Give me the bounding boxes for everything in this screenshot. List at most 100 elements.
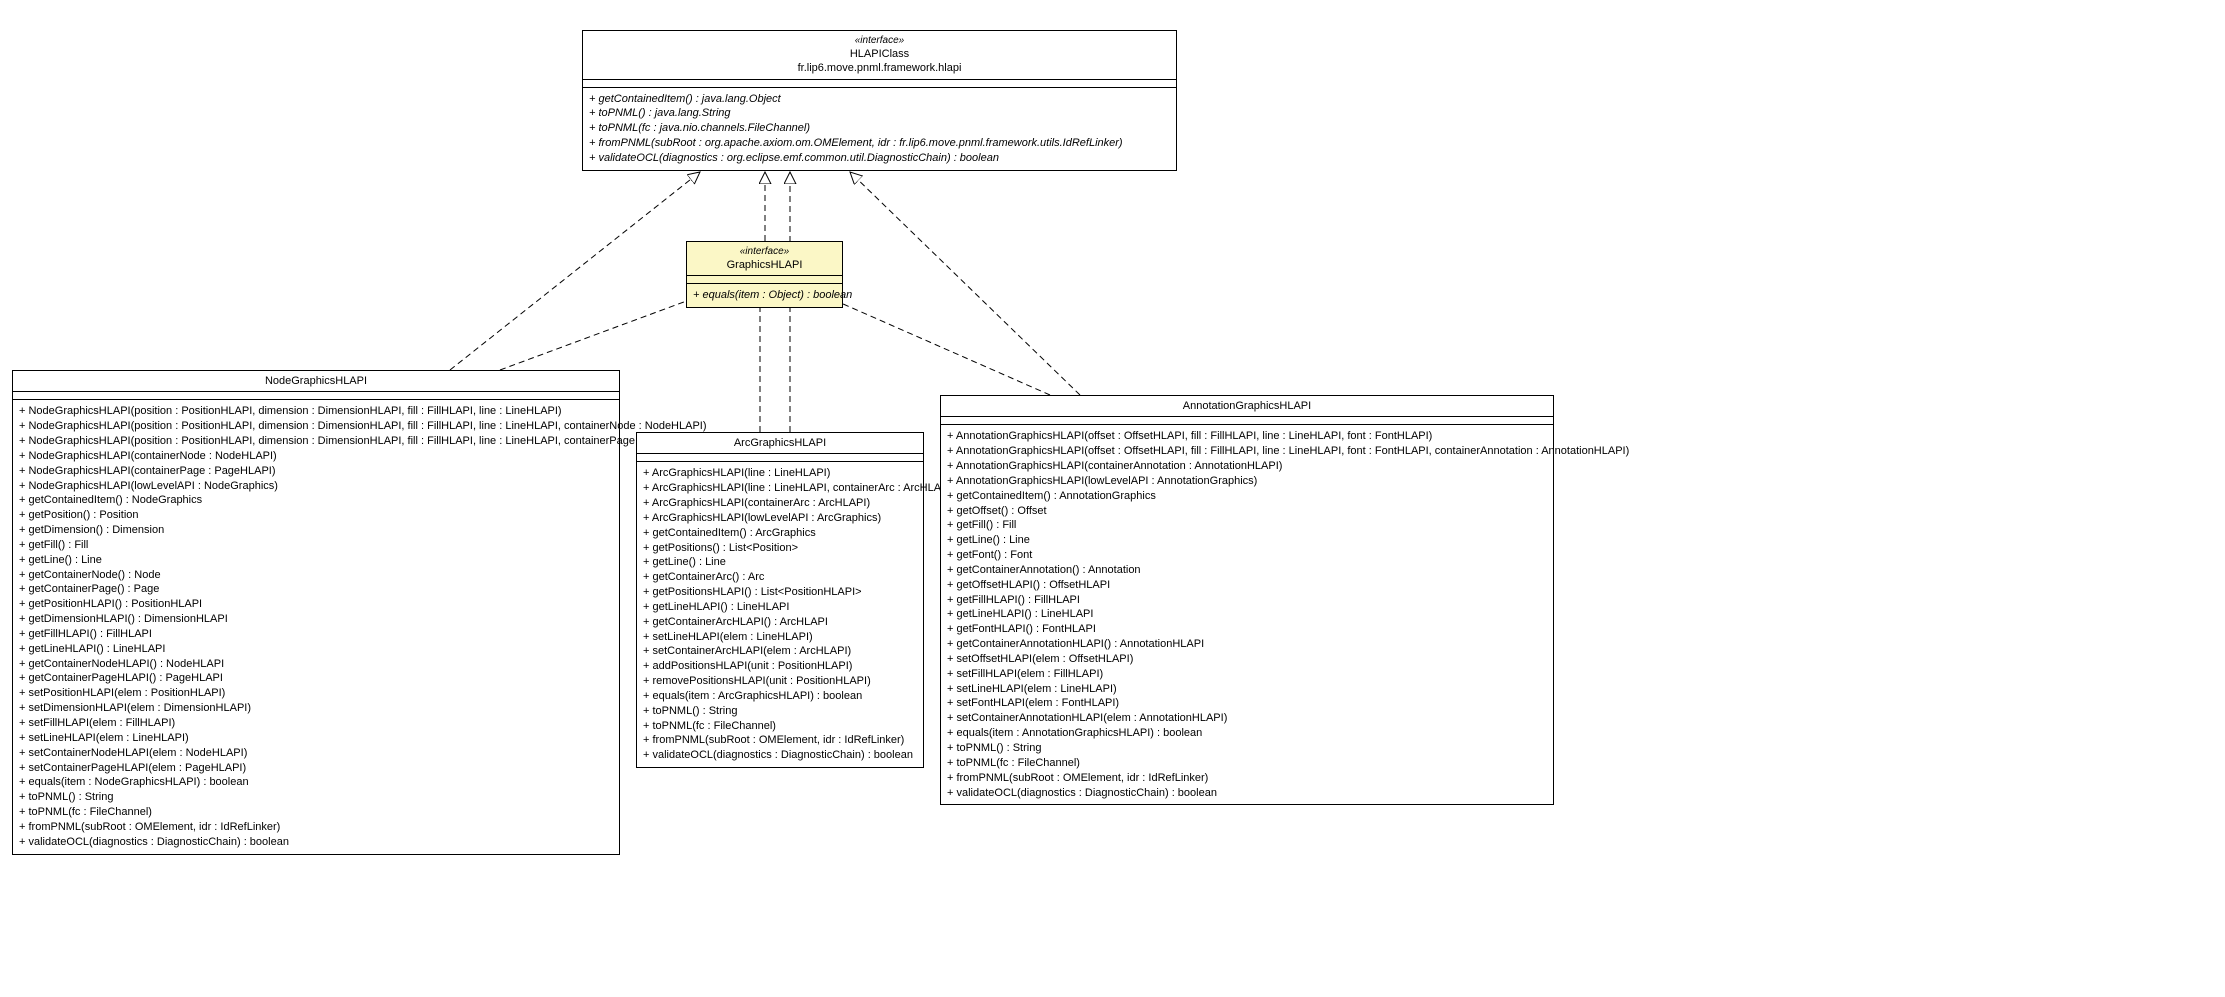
graphics-header: «interface» GraphicsHLAPI: [687, 242, 842, 276]
method-row: + getContainerNodeHLAPI() : NodeHLAPI: [19, 657, 613, 672]
annotation-methods: + AnnotationGraphicsHLAPI(offset : Offse…: [941, 425, 1553, 804]
method-row: + fromPNML(subRoot : OMElement, idr : Id…: [947, 771, 1547, 786]
method-row: + AnnotationGraphicsHLAPI(offset : Offse…: [947, 429, 1547, 444]
method-row: + NodeGraphicsHLAPI(position : PositionH…: [19, 404, 613, 419]
method-row: + toPNML(fc : FileChannel): [947, 756, 1547, 771]
method-row: + toPNML() : String: [947, 741, 1547, 756]
class-arcgraphicshlapi: ArcGraphicsHLAPI + ArcGraphicsHLAPI(line…: [636, 432, 924, 768]
annotation-name: AnnotationGraphicsHLAPI: [947, 399, 1547, 413]
edge-node-to-graphics: [500, 296, 700, 370]
method-row: + AnnotationGraphicsHLAPI(containerAnnot…: [947, 459, 1547, 474]
method-row: + getContainerArc() : Arc: [643, 570, 917, 585]
method-row: + setLineHLAPI(elem : LineHLAPI): [643, 630, 917, 645]
method-row: + setContainerArcHLAPI(elem : ArcHLAPI): [643, 644, 917, 659]
method-row: + NodeGraphicsHLAPI(position : PositionH…: [19, 434, 613, 449]
hlapi-attrs: [583, 80, 1176, 88]
annotation-attrs: [941, 417, 1553, 425]
method-row: + setLineHLAPI(elem : LineHLAPI): [19, 731, 613, 746]
class-nodegraphicshlapi: NodeGraphicsHLAPI + NodeGraphicsHLAPI(po…: [12, 370, 620, 855]
method-row: + getContainedItem() : NodeGraphics: [19, 493, 613, 508]
edge-node-to-hlapi: [450, 172, 700, 370]
method-row: + AnnotationGraphicsHLAPI(lowLevelAPI : …: [947, 474, 1547, 489]
method-row: + getContainedItem() : java.lang.Object: [589, 92, 1170, 107]
method-row: + setContainerAnnotationHLAPI(elem : Ann…: [947, 711, 1547, 726]
method-row: + getLineHLAPI() : LineHLAPI: [947, 607, 1547, 622]
method-row: + ArcGraphicsHLAPI(lowLevelAPI : ArcGrap…: [643, 511, 917, 526]
method-row: + fromPNML(subRoot : org.apache.axiom.om…: [589, 136, 1170, 151]
method-row: + getContainedItem() : ArcGraphics: [643, 526, 917, 541]
method-row: + getFillHLAPI() : FillHLAPI: [947, 593, 1547, 608]
arc-name: ArcGraphicsHLAPI: [643, 436, 917, 450]
hlapi-name: HLAPIClass: [589, 47, 1170, 61]
method-row: + getContainerAnnotation() : Annotation: [947, 563, 1547, 578]
class-hlapiclass: «interface» HLAPIClass fr.lip6.move.pnml…: [582, 30, 1177, 171]
method-row: + setFillHLAPI(elem : FillHLAPI): [947, 667, 1547, 682]
method-row: + removePositionsHLAPI(unit : PositionHL…: [643, 674, 917, 689]
method-row: + getPositions() : List<Position>: [643, 541, 917, 556]
method-row: + getPosition() : Position: [19, 508, 613, 523]
method-row: + fromPNML(subRoot : OMElement, idr : Id…: [643, 733, 917, 748]
node-name: NodeGraphicsHLAPI: [19, 374, 613, 388]
method-row: + getLine() : Line: [19, 553, 613, 568]
hlapi-methods: + getContainedItem() : java.lang.Object+…: [583, 88, 1176, 170]
method-row: + setOffsetHLAPI(elem : OffsetHLAPI): [947, 652, 1547, 667]
method-row: + ArcGraphicsHLAPI(line : LineHLAPI): [643, 466, 917, 481]
method-row: + setPositionHLAPI(elem : PositionHLAPI): [19, 686, 613, 701]
method-row: + getFill() : Fill: [947, 518, 1547, 533]
method-row: + getOffsetHLAPI() : OffsetHLAPI: [947, 578, 1547, 593]
graphics-stereotype: «interface»: [693, 245, 836, 258]
hlapi-stereotype: «interface»: [589, 34, 1170, 47]
method-row: + toPNML() : java.lang.String: [589, 106, 1170, 121]
method-row: + toPNML() : String: [643, 704, 917, 719]
method-row: + toPNML(fc : FileChannel): [19, 805, 613, 820]
method-row: + validateOCL(diagnostics : DiagnosticCh…: [19, 835, 613, 850]
method-row: + getContainerNode() : Node: [19, 568, 613, 583]
method-row: + getLineHLAPI() : LineHLAPI: [19, 642, 613, 657]
method-row: + validateOCL(diagnostics : DiagnosticCh…: [643, 748, 917, 763]
method-row: + toPNML() : String: [19, 790, 613, 805]
node-methods: + NodeGraphicsHLAPI(position : PositionH…: [13, 400, 619, 853]
method-row: + getContainerPageHLAPI() : PageHLAPI: [19, 671, 613, 686]
method-row: + setContainerPageHLAPI(elem : PageHLAPI…: [19, 761, 613, 776]
arc-methods: + ArcGraphicsHLAPI(line : LineHLAPI)+ Ar…: [637, 462, 923, 767]
hlapi-header: «interface» HLAPIClass fr.lip6.move.pnml…: [583, 31, 1176, 80]
method-row: + validateOCL(diagnostics : DiagnosticCh…: [947, 786, 1547, 801]
method-row: + equals(item : Object) : boolean: [693, 288, 836, 303]
class-graphicshlapi: «interface» GraphicsHLAPI + equals(item …: [686, 241, 843, 308]
graphics-methods: + equals(item : Object) : boolean: [687, 284, 842, 307]
edge-anno-to-graphics: [825, 296, 1050, 395]
method-row: + getPositionHLAPI() : PositionHLAPI: [19, 597, 613, 612]
method-row: + getContainerAnnotationHLAPI() : Annota…: [947, 637, 1547, 652]
method-row: + NodeGraphicsHLAPI(containerPage : Page…: [19, 464, 613, 479]
method-row: + setFontHLAPI(elem : FontHLAPI): [947, 696, 1547, 711]
method-row: + getPositionsHLAPI() : List<PositionHLA…: [643, 585, 917, 600]
method-row: + getContainedItem() : AnnotationGraphic…: [947, 489, 1547, 504]
method-row: + NodeGraphicsHLAPI(containerNode : Node…: [19, 449, 613, 464]
method-row: + getLine() : Line: [643, 555, 917, 570]
method-row: + getContainerPage() : Page: [19, 582, 613, 597]
graphics-name: GraphicsHLAPI: [693, 258, 836, 272]
method-row: + NodeGraphicsHLAPI(lowLevelAPI : NodeGr…: [19, 479, 613, 494]
hlapi-package: fr.lip6.move.pnml.framework.hlapi: [589, 61, 1170, 75]
method-row: + addPositionsHLAPI(unit : PositionHLAPI…: [643, 659, 917, 674]
method-row: + getDimensionHLAPI() : DimensionHLAPI: [19, 612, 613, 627]
method-row: + getOffset() : Offset: [947, 504, 1547, 519]
graphics-attrs: [687, 276, 842, 284]
method-row: + equals(item : ArcGraphicsHLAPI) : bool…: [643, 689, 917, 704]
arc-header: ArcGraphicsHLAPI: [637, 433, 923, 454]
method-row: + getDimension() : Dimension: [19, 523, 613, 538]
method-row: + getContainerArcHLAPI() : ArcHLAPI: [643, 615, 917, 630]
method-row: + fromPNML(subRoot : OMElement, idr : Id…: [19, 820, 613, 835]
method-row: + getFillHLAPI() : FillHLAPI: [19, 627, 613, 642]
method-row: + getLine() : Line: [947, 533, 1547, 548]
node-header: NodeGraphicsHLAPI: [13, 371, 619, 392]
method-row: + setLineHLAPI(elem : LineHLAPI): [947, 682, 1547, 697]
method-row: + setContainerNodeHLAPI(elem : NodeHLAPI…: [19, 746, 613, 761]
method-row: + ArcGraphicsHLAPI(line : LineHLAPI, con…: [643, 481, 917, 496]
method-row: + toPNML(fc : java.nio.channels.FileChan…: [589, 121, 1170, 136]
class-annotationgraphicshlapi: AnnotationGraphicsHLAPI + AnnotationGrap…: [940, 395, 1554, 805]
method-row: + getFont() : Font: [947, 548, 1547, 563]
method-row: + NodeGraphicsHLAPI(position : PositionH…: [19, 419, 613, 434]
method-row: + equals(item : NodeGraphicsHLAPI) : boo…: [19, 775, 613, 790]
method-row: + toPNML(fc : FileChannel): [643, 719, 917, 734]
